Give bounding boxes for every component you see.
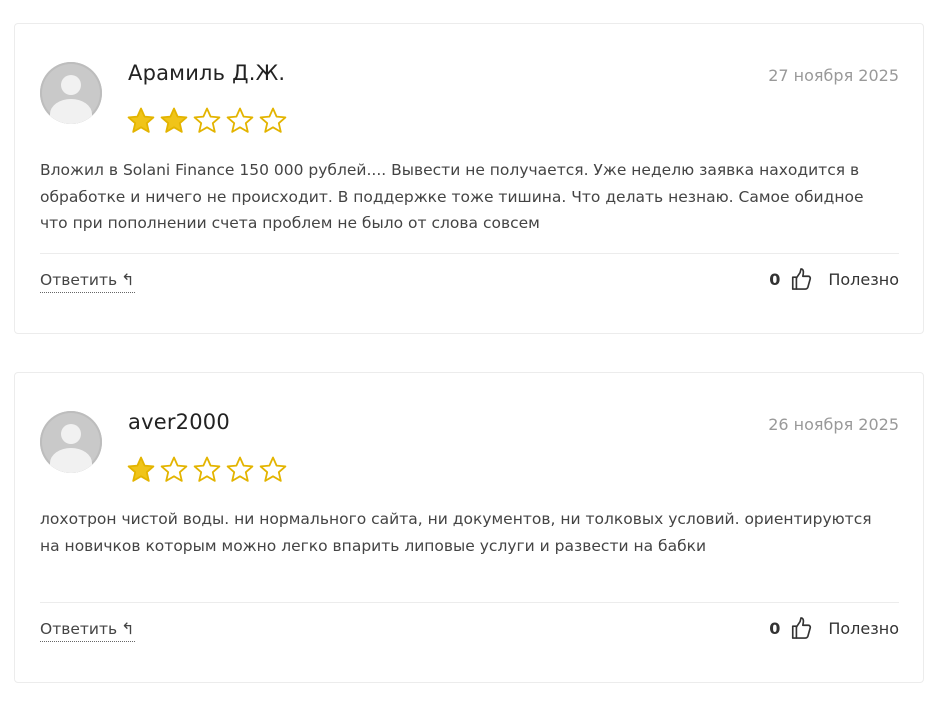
helpful-count: 0 <box>769 618 781 638</box>
review-text: лохотрон чистой воды. ни нормального сай… <box>40 510 872 555</box>
review-card: Арамиль Д.Ж. 27 ноября 2025 Вложил в Sol… <box>14 23 924 334</box>
star-empty-icon <box>193 456 221 482</box>
review-author: aver2000 <box>128 410 230 434</box>
avatar <box>40 62 102 124</box>
star-filled-icon <box>127 456 155 482</box>
avatar-head-shape <box>61 424 81 444</box>
avatar <box>40 411 102 473</box>
reply-arrow-icon: ↰ <box>121 270 135 289</box>
review-text: Вложил в Solani Finance 150 000 рублей..… <box>40 161 864 232</box>
avatar-head-shape <box>61 75 81 95</box>
reply-label: Ответить <box>40 270 118 289</box>
divider <box>40 602 899 603</box>
avatar-body-shape <box>50 448 92 473</box>
thumbs-up-icon[interactable] <box>790 267 812 291</box>
divider <box>40 253 899 254</box>
helpful-section: 0 Полезно <box>769 267 899 291</box>
star-empty-icon <box>193 107 221 133</box>
review-date: 26 ноября 2025 <box>768 415 899 434</box>
star-empty-icon <box>160 456 188 482</box>
star-filled-icon <box>160 107 188 133</box>
review-date: 27 ноября 2025 <box>768 66 899 85</box>
helpful-button[interactable]: Полезно <box>828 270 899 289</box>
rating-stars <box>126 106 288 136</box>
reply-button[interactable]: Ответить ↰ <box>40 619 135 642</box>
helpful-count: 0 <box>769 269 781 289</box>
star-empty-icon <box>226 456 254 482</box>
thumbs-up-icon[interactable] <box>790 616 812 640</box>
review-card: aver2000 26 ноября 2025 лохотрон чистой … <box>14 372 924 683</box>
reply-label: Ответить <box>40 619 118 638</box>
helpful-button[interactable]: Полезно <box>828 619 899 638</box>
helpful-section: 0 Полезно <box>769 616 899 640</box>
avatar-body-shape <box>50 99 92 124</box>
star-filled-icon <box>127 107 155 133</box>
star-empty-icon <box>259 107 287 133</box>
rating-stars <box>126 455 288 485</box>
review-author: Арамиль Д.Ж. <box>128 61 286 85</box>
reply-button[interactable]: Ответить ↰ <box>40 270 135 293</box>
star-empty-icon <box>259 456 287 482</box>
star-empty-icon <box>226 107 254 133</box>
reply-arrow-icon: ↰ <box>121 619 135 638</box>
